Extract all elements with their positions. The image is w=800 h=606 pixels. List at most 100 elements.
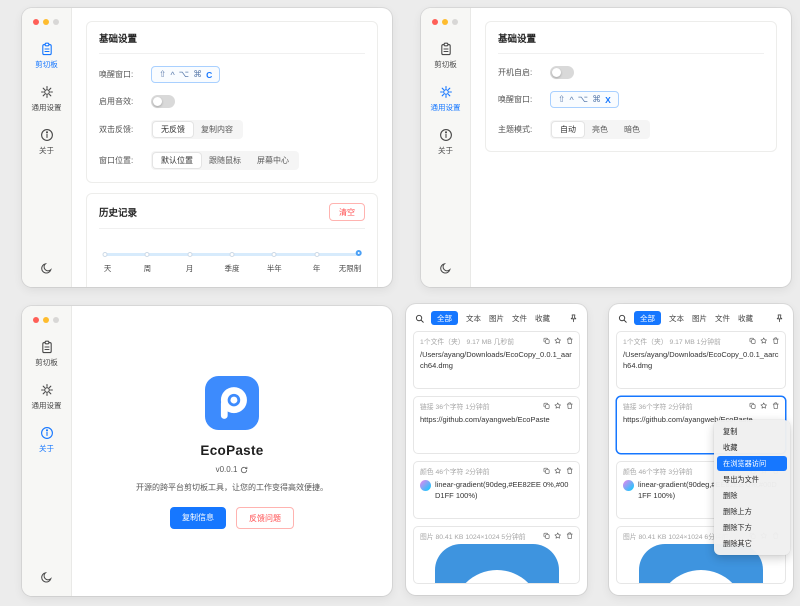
autostart-toggle[interactable] xyxy=(550,66,574,79)
sidebar-item-about[interactable]: 关于 xyxy=(39,128,54,156)
segment-option[interactable]: 暗色 xyxy=(616,122,648,137)
copy-info-button[interactable]: 复制信息 xyxy=(170,507,226,529)
slider-stop[interactable] xyxy=(272,252,277,257)
segment-option[interactable]: 默认位置 xyxy=(153,153,201,168)
tab-file[interactable]: 文件 xyxy=(715,313,730,324)
wake-shortcut-field[interactable]: ⇧ ^ ⌥ ⌘ X xyxy=(550,91,619,108)
clipboard-item-color[interactable]: 颜色 46个字符 2分钟前 linear-gradient(90deg,#EE8… xyxy=(413,461,580,519)
minimize-button[interactable] xyxy=(43,317,49,323)
option-key: ⌥ xyxy=(179,69,189,80)
tab-all[interactable]: 全部 xyxy=(431,311,458,325)
star-icon[interactable] xyxy=(554,532,562,540)
clipboard-item-link[interactable]: 链接 36个字符 1分钟前 https://github.com/ayangwe… xyxy=(413,396,580,454)
segment-option[interactable]: 复制内容 xyxy=(193,122,241,137)
pin-button[interactable] xyxy=(569,314,578,323)
clear-history-button[interactable]: 清空 xyxy=(329,203,365,221)
menu-item-favorite[interactable]: 收藏 xyxy=(717,440,787,455)
pin-button[interactable] xyxy=(775,314,784,323)
tab-favorite[interactable]: 收藏 xyxy=(535,313,550,324)
tab-favorite[interactable]: 收藏 xyxy=(738,313,753,324)
segment-option[interactable]: 亮色 xyxy=(584,122,616,137)
sound-label: 启用音效: xyxy=(99,96,151,107)
trash-icon[interactable] xyxy=(566,337,574,345)
copy-icon[interactable] xyxy=(543,402,551,410)
zoom-button[interactable] xyxy=(53,317,59,323)
close-button[interactable] xyxy=(33,19,39,25)
zoom-button[interactable] xyxy=(53,19,59,25)
menu-item-delete[interactable]: 删除 xyxy=(717,488,787,503)
trash-icon[interactable] xyxy=(566,467,574,475)
copy-icon[interactable] xyxy=(749,337,757,345)
clipboard-item-file[interactable]: 1个文件（夹） 9.17 MB 几秒前 /Users/ayang/Downloa… xyxy=(413,331,580,389)
menu-item-delete-above[interactable]: 删除上方 xyxy=(717,504,787,519)
filter-tabs: 全部 文本 图片 文件 收藏 xyxy=(634,311,768,325)
tab-image[interactable]: 图片 xyxy=(692,313,707,324)
tab-file[interactable]: 文件 xyxy=(512,313,527,324)
search-icon xyxy=(415,314,424,323)
sound-toggle[interactable] xyxy=(151,95,175,108)
copy-icon[interactable] xyxy=(543,337,551,345)
menu-item-delete-below[interactable]: 删除下方 xyxy=(717,520,787,535)
slider-stop[interactable] xyxy=(314,252,319,257)
star-icon[interactable] xyxy=(760,402,768,410)
menu-item-delete-others[interactable]: 删除其它 xyxy=(717,536,787,551)
copy-icon[interactable] xyxy=(749,402,757,410)
sidebar-item-label: 通用设置 xyxy=(32,102,62,113)
sidebar-item-label: 通用设置 xyxy=(431,102,461,113)
star-icon[interactable] xyxy=(554,467,562,475)
slider-stop[interactable] xyxy=(187,252,192,257)
minimize-button[interactable] xyxy=(442,19,448,25)
sidebar-item-clipboard[interactable]: 剪切板 xyxy=(35,42,58,70)
clipboard-item-image[interactable]: 图片 80.41 KB 1024×1024 5分钟前 xyxy=(413,526,580,584)
history-duration-slider[interactable]: 天 周 月 季度 半年 年 无限制 xyxy=(105,249,359,277)
zoom-button[interactable] xyxy=(452,19,458,25)
star-icon[interactable] xyxy=(554,337,562,345)
minimize-button[interactable] xyxy=(43,19,49,25)
close-button[interactable] xyxy=(432,19,438,25)
trash-icon[interactable] xyxy=(772,337,780,345)
sidebar-item-label: 剪切板 xyxy=(35,357,58,368)
copy-icon[interactable] xyxy=(543,532,551,540)
sidebar-item-general[interactable]: 通用设置 xyxy=(32,85,62,113)
info-icon xyxy=(439,128,453,142)
refresh-icon[interactable] xyxy=(240,466,248,474)
segment-option[interactable]: 无反馈 xyxy=(153,122,193,137)
theme-toggle-button[interactable] xyxy=(22,571,71,584)
trash-icon[interactable] xyxy=(566,532,574,540)
theme-toggle-button[interactable] xyxy=(22,262,71,275)
wake-shortcut-field[interactable]: ⇧ ^ ⌥ ⌘ C xyxy=(151,66,220,83)
copy-icon[interactable] xyxy=(543,467,551,475)
theme-toggle-button[interactable] xyxy=(421,262,470,275)
tab-image[interactable]: 图片 xyxy=(489,313,504,324)
slider-handle[interactable] xyxy=(356,250,362,256)
clipboard-icon xyxy=(40,42,54,56)
feedback-button[interactable]: 反馈问题 xyxy=(236,507,294,529)
menu-item-copy[interactable]: 复制 xyxy=(717,424,787,439)
search-button[interactable] xyxy=(415,314,424,323)
slider-stop[interactable] xyxy=(103,252,108,257)
segment-option[interactable]: 跟随鼠标 xyxy=(201,153,249,168)
sidebar-item-about[interactable]: 关于 xyxy=(39,426,54,454)
sidebar-item-clipboard[interactable]: 剪切板 xyxy=(35,340,58,368)
close-button[interactable] xyxy=(33,317,39,323)
sidebar-item-about[interactable]: 关于 xyxy=(438,128,453,156)
search-button[interactable] xyxy=(618,314,627,323)
tab-text[interactable]: 文本 xyxy=(669,313,684,324)
star-icon[interactable] xyxy=(554,402,562,410)
segment-option[interactable]: 屏幕中心 xyxy=(249,153,297,168)
tab-text[interactable]: 文本 xyxy=(466,313,481,324)
trash-icon[interactable] xyxy=(566,402,574,410)
clipboard-item-file[interactable]: 1个文件（夹） 9.17 MB 1分钟前 /Users/ayang/Downlo… xyxy=(616,331,786,389)
slider-stop[interactable] xyxy=(145,252,150,257)
segment-option[interactable]: 自动 xyxy=(552,122,584,137)
trash-icon[interactable] xyxy=(772,402,780,410)
slider-stop[interactable] xyxy=(230,252,235,257)
sidebar-item-clipboard[interactable]: 剪切板 xyxy=(434,42,457,70)
tab-all[interactable]: 全部 xyxy=(634,311,661,325)
menu-item-open-in-browser[interactable]: 在浏览器访问 xyxy=(717,456,787,471)
item-content: linear-gradient(90deg,#EE82EE 0%,#00D1FF… xyxy=(435,479,573,502)
sidebar-item-general[interactable]: 通用设置 xyxy=(431,85,461,113)
sidebar-item-general[interactable]: 通用设置 xyxy=(32,383,62,411)
star-icon[interactable] xyxy=(760,337,768,345)
menu-item-export-file[interactable]: 导出为文件 xyxy=(717,472,787,487)
